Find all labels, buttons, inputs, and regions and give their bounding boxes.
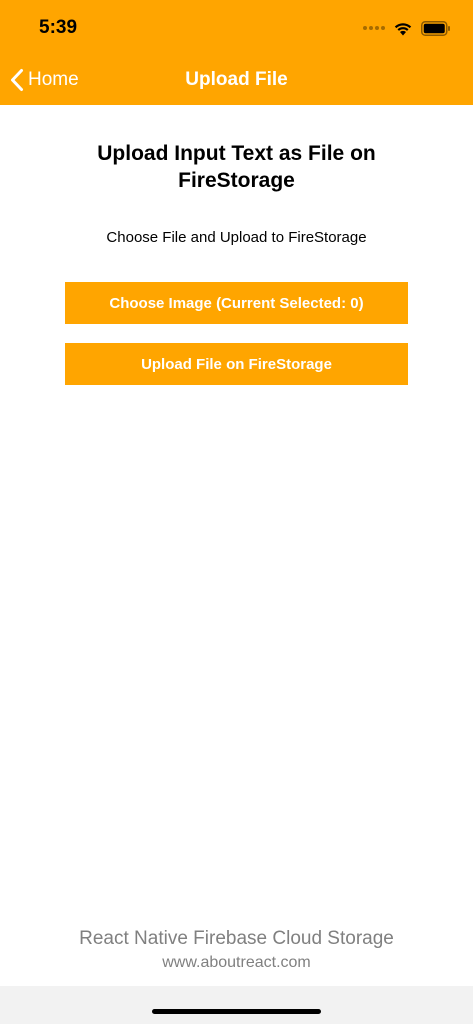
status-time: 5:39 — [39, 17, 78, 38]
home-indicator-area — [0, 986, 473, 1024]
wifi-icon — [394, 22, 412, 35]
footer-website: www.aboutreact.com — [162, 954, 311, 971]
header-bar: 5:39 Home Upload File — [0, 0, 473, 105]
home-indicator[interactable] — [152, 1009, 321, 1014]
page-title: Upload File — [185, 69, 288, 90]
footer-title: React Native Firebase Cloud Storage — [79, 928, 394, 949]
battery-icon — [421, 20, 450, 36]
cellular-signal-icon — [363, 26, 385, 30]
choose-image-button[interactable]: Choose Image (Current Selected: 0) — [65, 282, 408, 324]
status-icons — [363, 18, 451, 38]
content-subtitle: Choose File and Upload to FireStorage — [106, 229, 367, 246]
content-heading: Upload Input Text as File on FireStorage — [97, 142, 376, 192]
upload-file-button[interactable]: Upload File on FireStorage — [65, 343, 408, 385]
